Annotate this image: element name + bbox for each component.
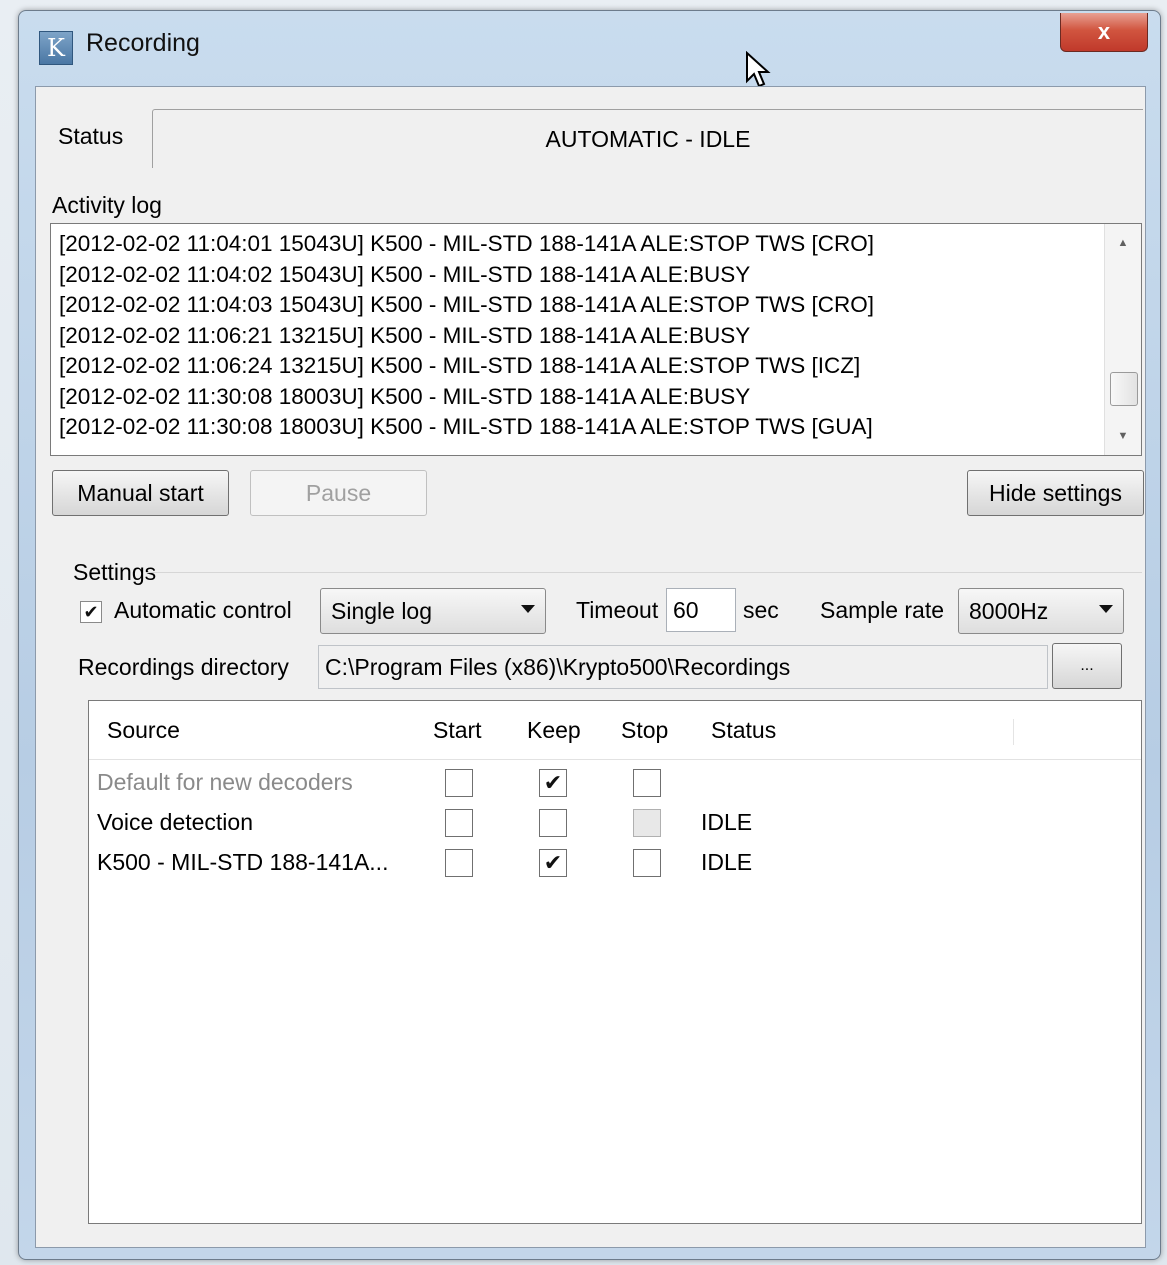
log-line: [2012-02-02 11:30:08 18003U] K500 - MIL-… [59,414,873,439]
timeout-unit-label: sec [743,597,779,623]
scroll-down-arrow-icon[interactable]: ▼ [1105,421,1141,451]
start-checkbox[interactable] [445,849,473,877]
start-checkbox[interactable] [445,769,473,797]
log-mode-value: Single log [331,597,433,624]
manual-start-button[interactable]: Manual start [52,470,229,516]
source-row[interactable]: Voice detection IDLE [89,803,1141,843]
activity-log-list[interactable]: [2012-02-02 11:04:01 15043U] K500 - MIL-… [50,223,1142,456]
close-icon: x [1097,19,1111,44]
window-title: Recording [86,29,200,57]
pause-button[interactable]: Pause [250,470,427,516]
source-name: K500 - MIL-STD 188-141A... [97,849,389,875]
start-checkbox[interactable] [445,809,473,837]
sources-grid[interactable]: Source Start Keep Stop Status Default fo… [88,700,1142,1224]
stop-checkbox[interactable] [633,809,661,837]
client-area: Status AUTOMATIC - IDLE Activity log [20… [35,86,1146,1248]
scroll-up-arrow-icon[interactable]: ▲ [1105,228,1141,258]
keep-checkbox[interactable]: ✔ [539,849,567,877]
log-line: [2012-02-02 11:06:21 13215U] K500 - MIL-… [59,322,751,348]
sample-rate-value: 8000Hz [969,597,1049,624]
check-icon: ✔ [83,602,99,622]
log-line: [2012-02-02 11:30:08 18003U] K500 - MIL-… [59,383,751,409]
column-separator [1013,719,1014,745]
automatic-control-checkbox[interactable]: ✔ [80,601,102,623]
hide-settings-button[interactable]: Hide settings [967,470,1144,516]
source-status: IDLE [701,849,753,875]
sample-rate-label: Sample rate [820,597,945,623]
check-icon: ✔ [543,850,563,875]
log-mode-dropdown[interactable]: Single log [320,588,546,634]
stop-checkbox[interactable] [633,769,661,797]
recordings-directory-field[interactable]: C:\Program Files (x86)\Krypto500\Recordi… [318,645,1048,689]
settings-group-label: Settings [73,559,157,585]
timeout-input[interactable]: 60 [666,588,736,632]
column-header-keep[interactable]: Keep [527,717,581,744]
title-bar[interactable]: K Recording x [19,11,1160,88]
recordings-directory-label: Recordings directory [78,654,289,680]
timeout-value: 60 [673,596,699,623]
scrollbar-thumb[interactable] [1110,372,1138,406]
log-line: [2012-02-02 11:04:01 15043U] K500 - MIL-… [59,231,875,256]
keep-checkbox[interactable]: ✔ [539,769,567,797]
automatic-control-label[interactable]: Automatic control [114,597,292,624]
source-row[interactable]: K500 - MIL-STD 188-141A... ✔ IDLE [89,843,1141,883]
close-button[interactable]: x [1060,13,1148,52]
activity-log-label: Activity log [52,192,162,218]
activity-log-lines: [2012-02-02 11:04:01 15043U] K500 - MIL-… [59,229,874,443]
sources-grid-header: Source Start Keep Stop Status [89,701,1141,760]
stop-checkbox[interactable] [633,849,661,877]
chevron-down-icon [521,605,535,613]
source-name: Default for new decoders [97,769,353,795]
chevron-down-icon [1099,605,1113,613]
column-header-stop[interactable]: Stop [621,717,668,744]
app-k-icon: K [39,31,73,65]
source-row[interactable]: Default for new decoders ✔ [89,763,1141,803]
log-line: [2012-02-02 11:04:02 15043U] K500 - MIL-… [59,261,751,287]
mouse-cursor-icon [746,51,771,88]
recording-window: K Recording x Status AUTOMATIC - IDLE Ac… [18,10,1161,1260]
check-icon: ✔ [543,770,563,795]
log-line: [2012-02-02 11:04:03 15043U] K500 - MIL-… [59,292,875,317]
log-line: [2012-02-02 11:06:24 13215U] K500 - MIL-… [59,353,861,378]
source-status: IDLE [701,809,753,835]
activity-log-scrollbar[interactable]: ▲ ▼ [1104,224,1141,455]
sample-rate-dropdown[interactable]: 8000Hz [958,588,1124,634]
status-display: AUTOMATIC - IDLE [152,109,1143,168]
status-value: AUTOMATIC - IDLE [545,125,751,152]
browse-directory-button[interactable]: ... [1052,643,1122,689]
timeout-label: Timeout [576,597,659,623]
column-header-status[interactable]: Status [711,717,776,744]
source-name: Voice detection [97,809,254,835]
recordings-directory-value: C:\Program Files (x86)\Krypto500\Recordi… [325,653,791,680]
column-header-source[interactable]: Source [107,717,180,744]
status-label: Status [58,123,124,149]
column-header-start[interactable]: Start [433,717,482,744]
settings-divider [146,572,1142,573]
keep-checkbox[interactable] [539,809,567,837]
